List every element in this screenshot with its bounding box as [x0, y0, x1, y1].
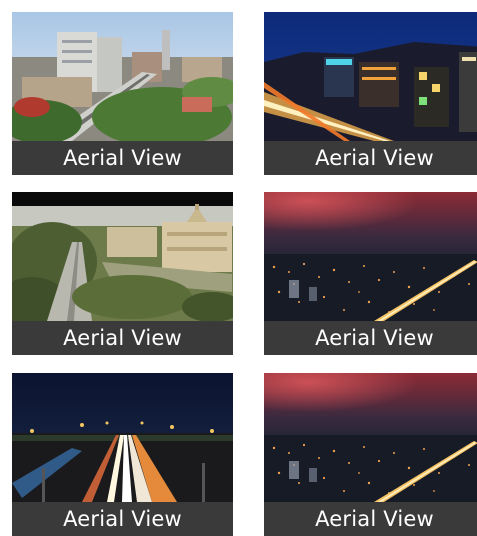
image-gallery: Aerial View Aerial View Aerial View Aeri… — [0, 0, 477, 536]
gallery-photo — [264, 373, 477, 502]
gallery-photo — [264, 192, 477, 321]
gallery-tile[interactable]: Aerial View — [12, 373, 233, 536]
gallery-photo — [12, 373, 233, 502]
tile-caption: Aerial View — [264, 321, 477, 355]
tile-caption: Aerial View — [12, 321, 233, 355]
gallery-tile[interactable]: Aerial View — [12, 12, 233, 175]
gallery-tile[interactable]: Aerial View — [12, 192, 233, 355]
gallery-tile[interactable]: Aerial View — [264, 192, 477, 355]
tile-caption: Aerial View — [264, 502, 477, 536]
gallery-photo — [12, 12, 233, 141]
gallery-tile[interactable]: Aerial View — [264, 373, 477, 536]
gallery-photo — [264, 12, 477, 141]
tile-caption: Aerial View — [264, 141, 477, 175]
gallery-photo — [12, 192, 233, 321]
tile-caption: Aerial View — [12, 502, 233, 536]
gallery-tile[interactable]: Aerial View — [264, 12, 477, 175]
tile-caption: Aerial View — [12, 141, 233, 175]
